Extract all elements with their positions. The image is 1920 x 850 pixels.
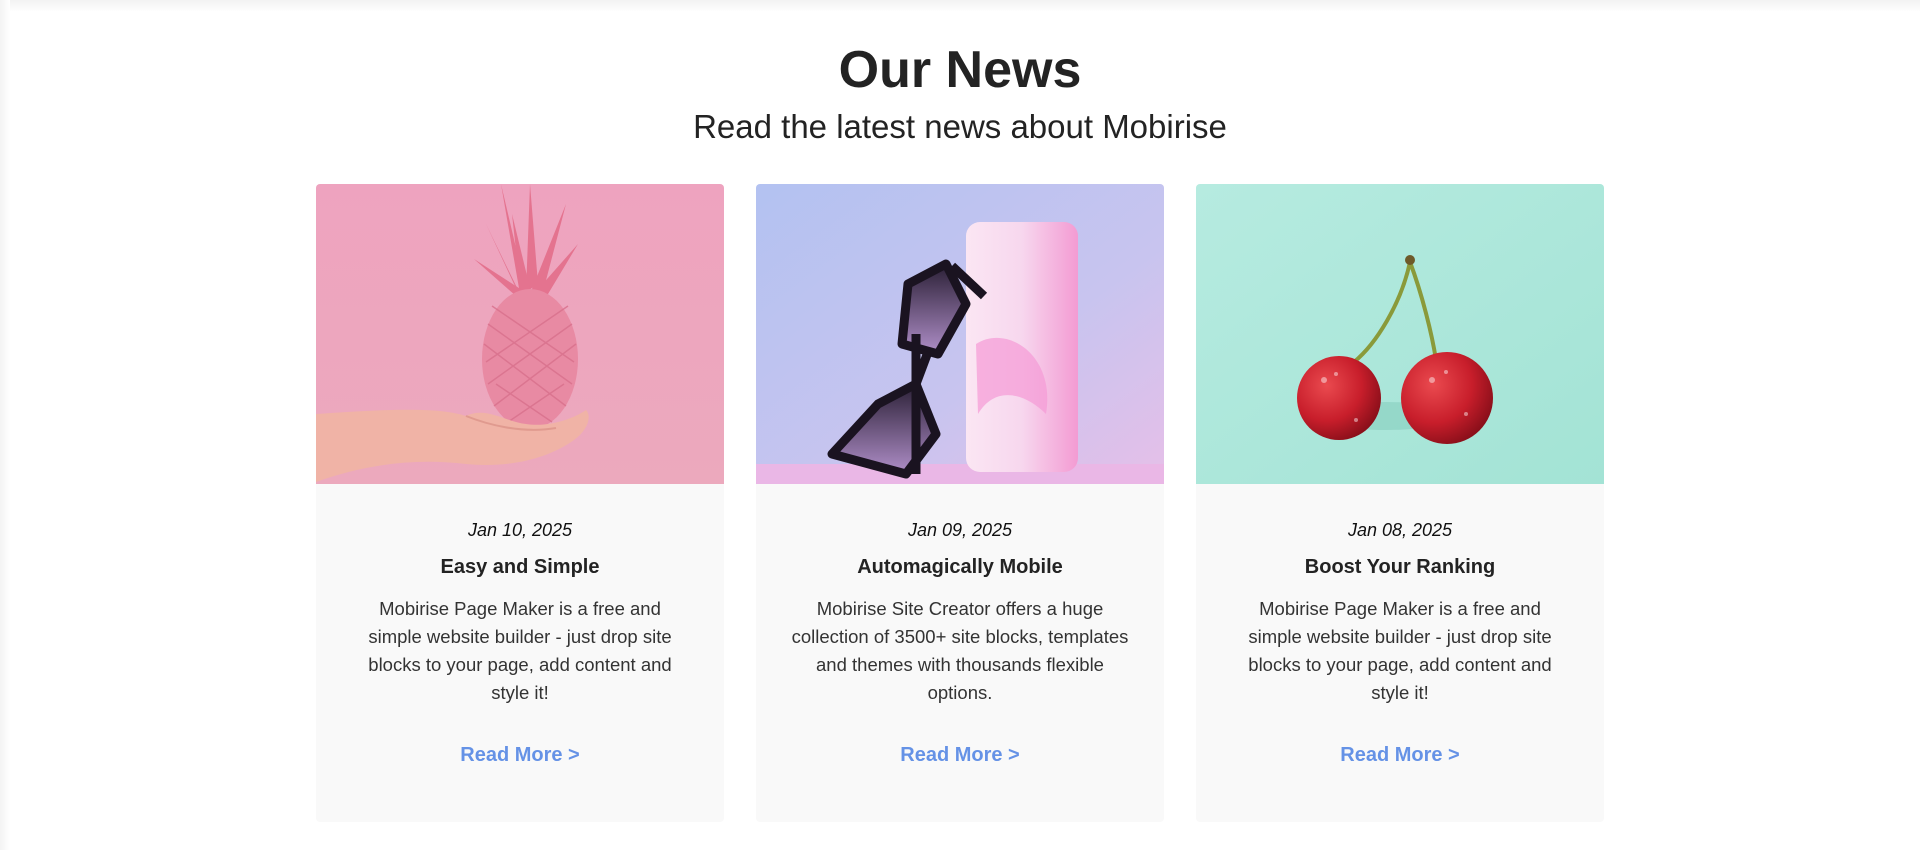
section-title: Our News [838,41,1082,99]
read-more-link[interactable]: Read More > [756,741,1164,769]
news-card: Jan 10, 2025 Easy and Simple Mobirise Pa… [316,184,724,822]
card-title: Automagically Mobile [857,556,1063,578]
card-text: Mobirise Page Maker is a free and simple… [368,598,672,703]
card-text: Mobirise Site Creator offers a huge coll… [791,598,1129,703]
card-date: Jan 10, 2025 [467,520,573,540]
card-title: Boost Your Ranking [1304,556,1496,578]
card-date: Jan 08, 2025 [1347,520,1453,540]
cherries-image [1196,184,1604,484]
read-more-link[interactable]: Read More > [316,741,724,769]
news-card: Jan 08, 2025 Boost Your Ranking Mobirise… [1196,184,1604,822]
section-subtitle: Read the latest news about Mobirise [693,108,1227,145]
card-date: Jan 09, 2025 [907,520,1013,540]
read-more-link[interactable]: Read More > [1196,741,1604,769]
top-shadow [0,0,1920,12]
card-text: Mobirise Page Maker is a free and simple… [1248,598,1552,703]
card-title: Easy and Simple [440,556,600,578]
sunglasses-image [756,184,1164,484]
pineapple-image [316,184,724,484]
news-card: Jan 09, 2025 Automagically Mobile Mobiri… [756,184,1164,822]
